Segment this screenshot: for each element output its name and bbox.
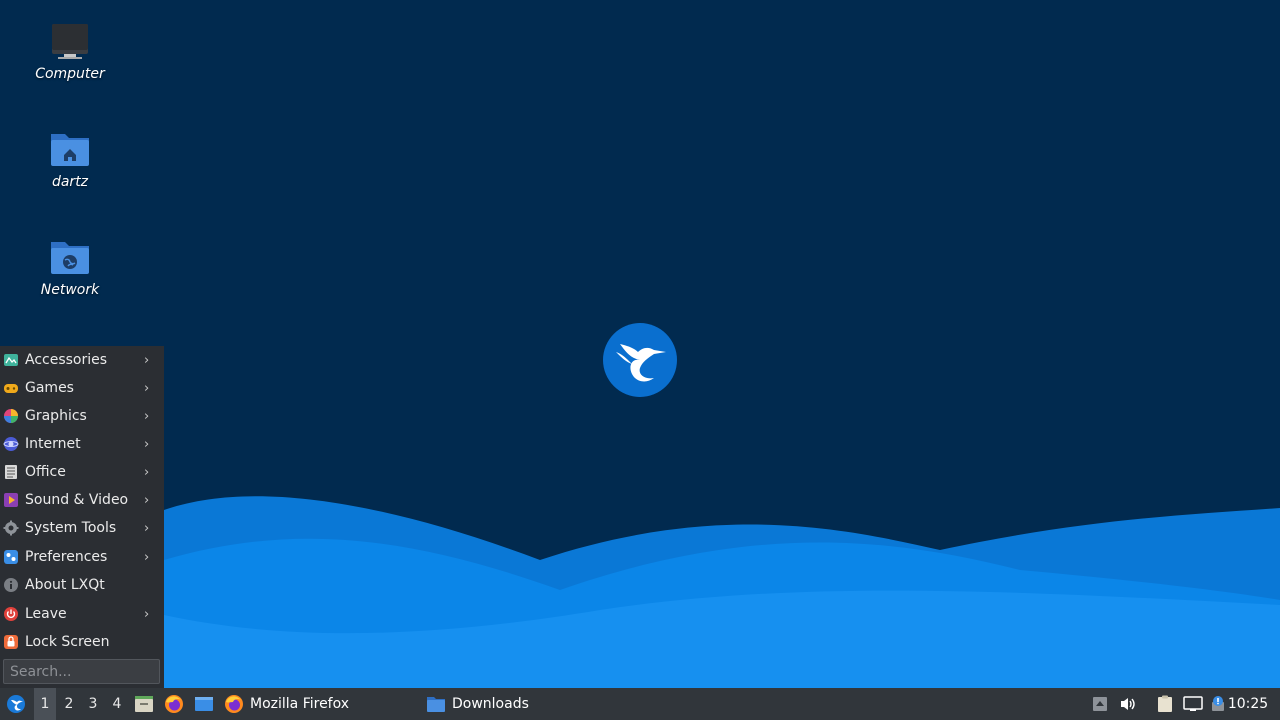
desktop-icon-network[interactable]: Network [20, 232, 120, 298]
submenu-arrow-icon: › [144, 464, 150, 480]
menu-item-about-lxqt[interactable]: About LXQt [0, 571, 164, 599]
menu-item-sound-video[interactable]: Sound & Video › [0, 486, 164, 514]
desktop-icon-home[interactable]: dartz [20, 124, 120, 190]
menu-item-label: About LXQt [25, 577, 105, 593]
update-notifier-icon [1212, 696, 1224, 711]
quicklaunch-show-desktop[interactable] [192, 688, 216, 720]
submenu-arrow-icon: › [144, 492, 150, 508]
preferences-icon [4, 550, 18, 564]
menu-item-lock-screen[interactable]: Lock Screen [0, 628, 164, 656]
task-button-firefox[interactable]: Mozilla Firefox [224, 688, 420, 720]
sound-video-icon [4, 493, 18, 507]
games-icon [4, 384, 18, 393]
office-icon [5, 465, 17, 479]
file-manager-icon [135, 696, 153, 712]
graphics-icon [4, 409, 18, 423]
computer-icon [52, 24, 88, 59]
quicklaunch-firefox[interactable] [162, 688, 186, 720]
lubuntu-menu-icon [7, 695, 25, 713]
quicklaunch-file-manager[interactable] [132, 688, 156, 720]
start-menu: Accessories › Games › Graphics › Interne… [0, 346, 164, 688]
clipboard-icon [1158, 695, 1172, 712]
menu-item-label: Preferences [25, 549, 108, 565]
network-wired-icon [1183, 696, 1203, 711]
menu-item-preferences[interactable]: Preferences › [0, 543, 164, 571]
menu-item-label: Office [25, 464, 66, 480]
submenu-arrow-icon: › [144, 520, 150, 536]
menu-item-label: Accessories [25, 352, 108, 368]
task-label: Downloads [452, 696, 529, 712]
tray-expand-button[interactable] [1090, 688, 1110, 720]
menu-item-label: Games [25, 380, 74, 396]
firefox-icon [225, 695, 243, 713]
menu-item-leave[interactable]: Leave › [0, 600, 164, 628]
volume-icon [1121, 698, 1135, 710]
desktop-icon-label: Network [40, 282, 100, 298]
tray-clipboard[interactable] [1154, 688, 1176, 720]
desktop-icon-computer[interactable]: Computer [20, 16, 120, 82]
menu-item-games[interactable]: Games › [0, 374, 164, 402]
submenu-arrow-icon: › [144, 436, 150, 452]
tray-volume[interactable] [1118, 688, 1138, 720]
desktop-icon-label: dartz [51, 174, 89, 190]
tray-network[interactable] [1182, 688, 1204, 720]
menu-item-label: Internet [25, 436, 81, 452]
info-icon [4, 578, 18, 592]
network-folder-icon [51, 242, 89, 274]
desktop-switch-4[interactable]: 4 [106, 688, 128, 720]
menu-item-label: Sound & Video [25, 492, 129, 508]
menu-item-internet[interactable]: Internet › [0, 430, 164, 458]
desktop: Computer dartz Network [0, 0, 1280, 688]
task-button-downloads[interactable]: Downloads [426, 688, 622, 720]
desktop-switch-3[interactable]: 3 [82, 688, 104, 720]
firefox-icon [165, 695, 183, 713]
menu-item-office[interactable]: Office › [0, 458, 164, 486]
lock-icon [4, 635, 18, 649]
main-menu-button[interactable] [2, 688, 30, 720]
submenu-arrow-icon: › [144, 606, 150, 622]
taskbar: 1 2 3 4 Mozilla Firefox Downloads 10:25 [0, 688, 1280, 720]
power-icon [4, 607, 18, 621]
menu-item-accessories[interactable]: Accessories › [0, 346, 164, 374]
accessories-icon [4, 354, 18, 366]
tray-expand-icon [1093, 697, 1107, 711]
desktop-switch-1[interactable]: 1 [34, 688, 56, 720]
system-tools-icon [3, 520, 19, 536]
home-folder-icon [51, 134, 89, 166]
clock[interactable]: 10:25 [1226, 688, 1270, 720]
desktop-switch-2[interactable]: 2 [58, 688, 80, 720]
menu-search-input[interactable] [3, 659, 160, 684]
menu-item-label: System Tools [25, 520, 117, 536]
menu-item-label: Lock Screen [25, 634, 110, 650]
menu-item-system-tools[interactable]: System Tools › [0, 514, 164, 542]
submenu-arrow-icon: › [144, 549, 150, 565]
internet-icon [3, 437, 19, 451]
desktop-icon-label: Computer [35, 66, 105, 82]
menu-item-label: Leave [25, 606, 67, 622]
lubuntu-logo [603, 323, 677, 397]
menu-item-graphics[interactable]: Graphics › [0, 402, 164, 430]
menu-item-label: Graphics [25, 408, 87, 424]
submenu-arrow-icon: › [144, 380, 150, 396]
task-label: Mozilla Firefox [250, 696, 350, 712]
show-desktop-icon [195, 697, 213, 711]
tray-update-notifier[interactable] [1208, 688, 1228, 720]
submenu-arrow-icon: › [144, 352, 150, 368]
folder-icon [427, 697, 445, 712]
submenu-arrow-icon: › [144, 408, 150, 424]
